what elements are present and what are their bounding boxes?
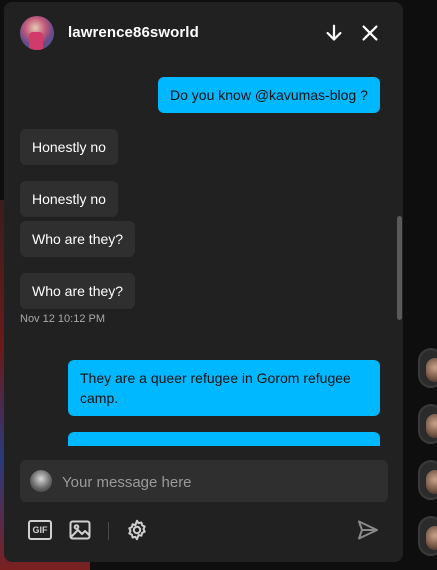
message-bubble[interactable]: Honestly no <box>20 129 118 165</box>
image-icon[interactable] <box>68 518 92 542</box>
scrollbar[interactable] <box>397 216 402 320</box>
chat-username[interactable]: lawrence86sworld <box>68 24 199 41</box>
message-bubble[interactable]: Who are they? <box>20 273 136 309</box>
message-list[interactable]: Do you know @kavumas-blog ? Honestly no … <box>4 64 403 446</box>
message-composer <box>20 460 388 504</box>
gif-button[interactable]: GIF <box>28 518 52 542</box>
message-bubble[interactable]: Do you know @kavumas-blog ? <box>158 77 380 113</box>
message-bubble-partial[interactable] <box>68 432 380 446</box>
arrow-down-icon[interactable] <box>322 21 346 45</box>
side-avatar[interactable] <box>418 516 437 556</box>
message-bubble[interactable]: Honestly no <box>20 181 118 217</box>
chat-window: lawrence86sworld Do you know @kavumas-bl… <box>4 2 403 562</box>
side-avatar[interactable] <box>418 348 437 388</box>
avatar <box>30 470 52 492</box>
close-icon[interactable] <box>358 21 382 45</box>
toolbar-divider <box>108 522 109 540</box>
gif-icon: GIF <box>28 520 52 540</box>
composer-toolbar: GIF <box>4 512 403 548</box>
send-icon[interactable] <box>356 518 380 542</box>
side-avatar[interactable] <box>418 460 437 500</box>
message-input[interactable] <box>60 460 384 504</box>
side-avatar[interactable] <box>418 404 437 444</box>
message-timestamp: Nov 12 10:12 PM <box>20 313 105 325</box>
message-bubble[interactable]: Who are they? <box>20 221 136 257</box>
chat-header: lawrence86sworld <box>4 2 403 64</box>
gear-icon[interactable] <box>125 518 149 542</box>
avatar[interactable] <box>20 16 54 50</box>
message-bubble[interactable]: They are a queer refugee in Gorom refuge… <box>68 360 380 416</box>
